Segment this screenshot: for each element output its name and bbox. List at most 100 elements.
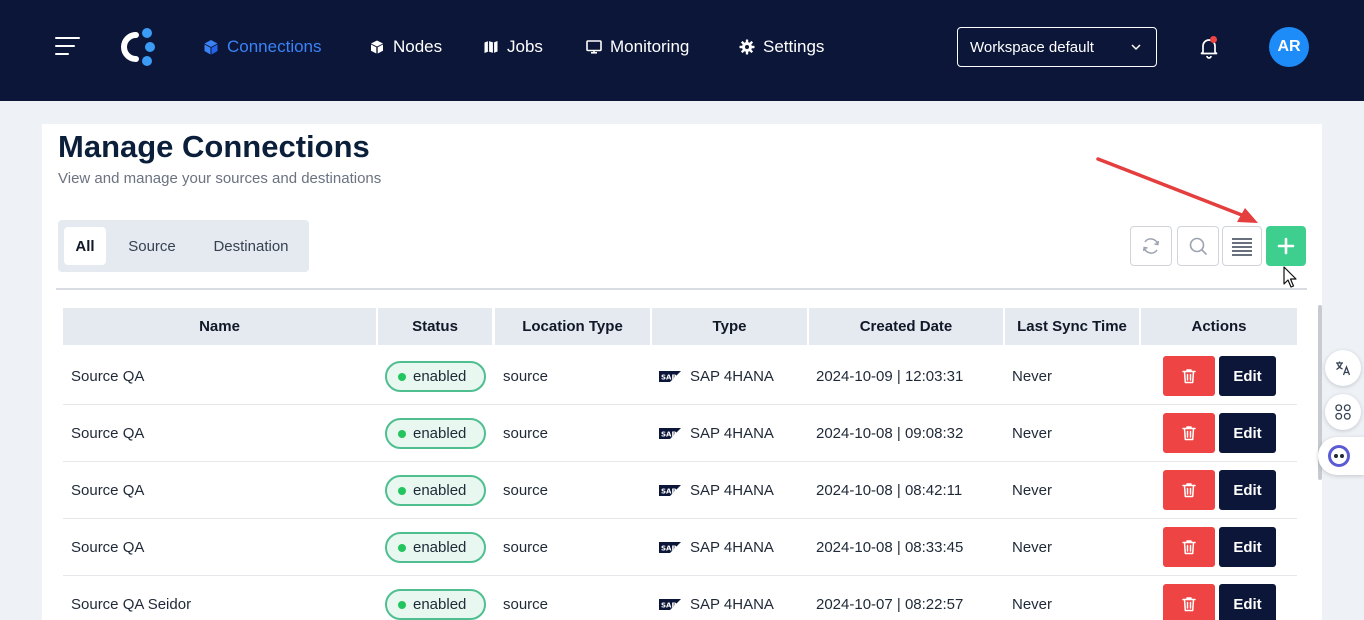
edit-button[interactable]: Edit <box>1219 356 1276 396</box>
column-header-type[interactable]: Type <box>652 308 807 345</box>
nav-label: Jobs <box>507 37 543 56</box>
nav-nodes[interactable]: Nodes <box>369 34 442 60</box>
columns-button[interactable] <box>1222 226 1262 266</box>
apps-button[interactable] <box>1325 394 1361 430</box>
cell-name: Source QA Seidor <box>71 595 192 613</box>
edit-button[interactable]: Edit <box>1219 470 1276 510</box>
nav-label: Settings <box>763 37 825 56</box>
cell-last-sync: Never <box>1012 367 1053 385</box>
status-badge: enabled <box>385 589 486 620</box>
nav-monitoring[interactable]: Monitoring <box>586 34 689 60</box>
workspace-label: Workspace default <box>970 38 1094 56</box>
cell-last-sync: Never <box>1012 481 1053 499</box>
cell-last-sync: Never <box>1012 424 1053 442</box>
translate-button[interactable] <box>1325 350 1361 386</box>
cell-location-type: source <box>503 595 549 613</box>
edit-button[interactable]: Edit <box>1219 584 1276 620</box>
edit-button[interactable]: Edit <box>1219 527 1276 567</box>
tab-all[interactable]: All <box>64 227 106 265</box>
refresh-icon <box>1142 238 1160 254</box>
trash-icon <box>1182 540 1196 555</box>
cell-last-sync: Never <box>1012 538 1053 556</box>
delete-button[interactable] <box>1163 470 1215 510</box>
svg-text:SAP: SAP <box>661 487 677 495</box>
status-text: enabled <box>413 539 467 556</box>
avatar-initials: AR <box>1277 38 1301 55</box>
sap-logo-icon: SAP <box>659 370 681 382</box>
column-header-created-date[interactable]: Created Date <box>809 308 1003 345</box>
sap-logo-icon: SAP <box>659 427 681 439</box>
trash-icon <box>1182 483 1196 498</box>
status-dot <box>398 601 406 609</box>
cell-location-type: source <box>503 424 549 442</box>
cube-icon <box>204 40 218 55</box>
column-header-actions: Actions <box>1141 308 1297 345</box>
add-connection-button[interactable] <box>1266 226 1306 266</box>
type-text: SAP 4HANA <box>690 595 774 613</box>
bell-icon[interactable] <box>1197 35 1221 59</box>
status-badge: enabled <box>385 475 486 506</box>
delete-button[interactable] <box>1163 584 1215 620</box>
table-row[interactable]: Source QA Seidor enabled source SAP SAP 4… <box>63 576 1297 620</box>
cell-type: SAP SAP 4HANA <box>659 462 774 518</box>
nav-settings[interactable]: Settings <box>739 34 824 60</box>
cell-created-date: 2024-10-08 | 08:33:45 <box>816 538 964 556</box>
delete-button[interactable] <box>1163 413 1215 453</box>
assistant-button[interactable] <box>1318 437 1364 475</box>
table-row[interactable]: Source QA enabled source SAP SAP 4HANA 20… <box>63 348 1297 405</box>
type-text: SAP 4HANA <box>690 481 774 499</box>
nav-label: Monitoring <box>610 37 690 56</box>
chevron-down-icon <box>1131 44 1141 51</box>
nav-jobs[interactable]: Jobs <box>483 34 543 60</box>
nav-connections[interactable]: Connections <box>203 34 322 60</box>
nav-label: Connections <box>227 37 322 56</box>
table-row[interactable]: Source QA enabled source SAP SAP 4HANA 20… <box>63 462 1297 519</box>
nav-label: Nodes <box>393 37 443 56</box>
filter-tabs: All Source Destination <box>58 220 309 272</box>
status-badge: enabled <box>385 532 486 563</box>
column-header-name[interactable]: Name <box>63 308 376 345</box>
sap-logo-icon: SAP <box>659 484 681 496</box>
search-button[interactable] <box>1177 226 1219 266</box>
cell-type: SAP SAP 4HANA <box>659 405 774 461</box>
delete-button[interactable] <box>1163 356 1215 396</box>
status-text: enabled <box>413 482 467 499</box>
avatar[interactable]: AR <box>1269 27 1309 67</box>
type-text: SAP 4HANA <box>690 367 774 385</box>
cell-created-date: 2024-10-09 | 12:03:31 <box>816 367 964 385</box>
menu-icon[interactable] <box>55 36 80 56</box>
trash-icon <box>1182 369 1196 384</box>
app-logo[interactable] <box>117 27 157 67</box>
cell-created-date: 2024-10-08 | 08:42:11 <box>816 481 963 499</box>
table-row[interactable]: Source QA enabled source SAP SAP 4HANA 20… <box>63 405 1297 462</box>
trash-icon <box>1182 597 1196 612</box>
gear-icon <box>739 39 755 55</box>
svg-text:SAP: SAP <box>661 544 677 552</box>
status-badge: enabled <box>385 418 486 449</box>
workspace-select[interactable]: Workspace default <box>957 27 1157 67</box>
edit-button[interactable]: Edit <box>1219 413 1276 453</box>
refresh-button[interactable] <box>1130 226 1172 266</box>
cell-type: SAP SAP 4HANA <box>659 519 774 575</box>
status-text: enabled <box>413 596 467 613</box>
trash-icon <box>1182 426 1196 441</box>
tab-source[interactable]: Source <box>118 227 186 265</box>
box-icon <box>371 40 383 54</box>
tab-destination[interactable]: Destination <box>200 227 302 265</box>
bot-icon <box>1328 445 1350 467</box>
column-header-location-type[interactable]: Location Type <box>495 308 650 345</box>
list-icon <box>1232 238 1252 256</box>
svg-text:SAP: SAP <box>661 601 677 609</box>
notification-dot <box>1210 36 1217 43</box>
cell-last-sync: Never <box>1012 595 1053 613</box>
status-dot <box>398 373 406 381</box>
cell-name: Source QA <box>71 424 145 442</box>
column-header-last-sync-time[interactable]: Last Sync Time <box>1005 308 1139 345</box>
cell-type: SAP SAP 4HANA <box>659 576 774 620</box>
cell-location-type: source <box>503 538 549 556</box>
delete-button[interactable] <box>1163 527 1215 567</box>
table-row[interactable]: Source QA enabled source SAP SAP 4HANA 20… <box>63 519 1297 576</box>
cell-location-type: source <box>503 481 549 499</box>
status-text: enabled <box>413 368 467 385</box>
column-header-status[interactable]: Status <box>378 308 492 345</box>
